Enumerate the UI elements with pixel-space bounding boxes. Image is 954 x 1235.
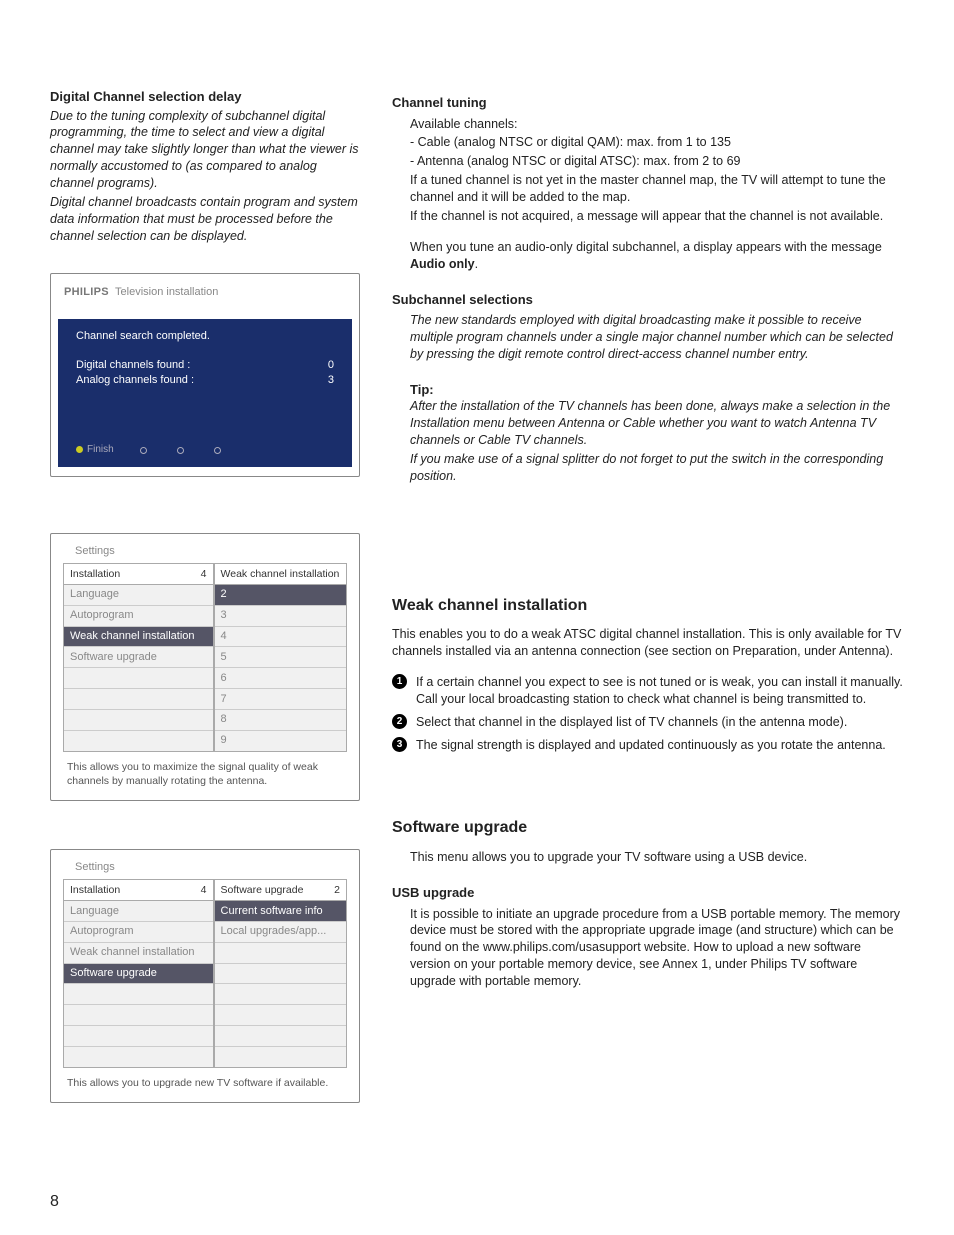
tv-brand-line: PHILIPS Television installation xyxy=(58,281,352,306)
digital-found-label: Digital channels found : xyxy=(76,358,276,373)
menu2-title: Settings xyxy=(63,860,347,879)
tip-p2: If you make use of a signal splitter do … xyxy=(410,451,904,485)
ct-lead: Available channels: xyxy=(410,116,904,133)
menu1-left-head: Installation4 xyxy=(63,564,214,585)
menu-item: Language xyxy=(64,585,213,606)
menu-item: Weak channel installation xyxy=(64,627,213,648)
tip-p1: After the installation of the TV channel… xyxy=(410,398,904,449)
menu-item: Current software info xyxy=(215,901,346,922)
ct-p2: If the channel is not acquired, a messag… xyxy=(410,208,904,225)
weak-channel-head: Weak channel installation xyxy=(392,595,904,617)
menu-item xyxy=(64,668,213,689)
step-badge-2: 2 xyxy=(392,714,407,729)
menu-item xyxy=(215,1026,346,1047)
nav-dot-icon xyxy=(214,447,221,454)
menu1-right-head: Weak channel installation xyxy=(214,564,347,585)
analog-found-value: 3 xyxy=(294,373,334,388)
subchannel-head: Subchannel selections xyxy=(392,291,904,309)
tv-install-diagram: PHILIPS Television installation Channel … xyxy=(50,273,360,477)
menu-item xyxy=(215,984,346,1005)
software-upgrade-head: Software upgrade xyxy=(392,817,904,839)
note-p1: Due to the tuning complexity of subchann… xyxy=(50,108,360,192)
menu-item: 5 xyxy=(215,647,346,668)
ct-b2: - Antenna (analog NTSC or digital ATSC):… xyxy=(410,153,904,170)
nav-dot-icon xyxy=(140,447,147,454)
note-title: Digital Channel selection delay xyxy=(50,88,360,106)
digital-found-value: 0 xyxy=(294,358,334,373)
tv-screen: Channel search completed. Digital channe… xyxy=(58,305,352,435)
weak-intro: This enables you to do a weak ATSC digit… xyxy=(392,626,904,660)
ct-b1: - Cable (analog NTSC or digital QAM): ma… xyxy=(410,134,904,151)
menu-item: Weak channel installation xyxy=(64,943,213,964)
tv-footer: Finish xyxy=(58,435,352,467)
note-p2: Digital channel broadcasts contain progr… xyxy=(50,194,360,245)
menu-item: Software upgrade xyxy=(64,964,213,985)
weak-step3: The signal strength is displayed and upd… xyxy=(416,738,886,752)
weak-step2: Select that channel in the displayed lis… xyxy=(416,715,847,729)
menu-item xyxy=(215,964,346,985)
settings-menu-weakchannel: Settings Installation4 LanguageAutoprogr… xyxy=(50,533,360,801)
menu-item: 9 xyxy=(215,731,346,751)
tv-msg: Channel search completed. xyxy=(76,329,334,344)
menu2-hint: This allows you to upgrade new TV softwa… xyxy=(63,1076,347,1090)
menu-item xyxy=(64,1005,213,1026)
menu-item xyxy=(64,1047,213,1067)
menu-item: 2 xyxy=(215,585,346,606)
settings-menu-softwareupgrade: Settings Installation4 LanguageAutoprogr… xyxy=(50,849,360,1103)
step-badge-3: 3 xyxy=(392,737,407,752)
menu-item xyxy=(64,710,213,731)
menu-item xyxy=(64,731,213,751)
tip-head: Tip: xyxy=(410,381,904,399)
ct-p3: When you tune an audio-only digital subc… xyxy=(410,239,904,273)
menu-item xyxy=(215,1005,346,1026)
page-number: 8 xyxy=(50,1191,59,1213)
menu2-right-head: Software upgrade2 xyxy=(214,880,347,901)
subchannel-p: The new standards employed with digital … xyxy=(410,312,904,363)
menu-item xyxy=(64,1026,213,1047)
menu-item xyxy=(215,1047,346,1067)
menu-item: 3 xyxy=(215,606,346,627)
weak-step1: If a certain channel you expect to see i… xyxy=(416,675,903,706)
nav-dot-icon xyxy=(177,447,184,454)
finish-dot-icon xyxy=(76,446,83,453)
menu-item: 7 xyxy=(215,689,346,710)
usb-p: It is possible to initiate an upgrade pr… xyxy=(410,906,904,990)
menu-item: 4 xyxy=(215,627,346,648)
finish-label: Finish xyxy=(87,444,114,455)
analog-found-label: Analog channels found : xyxy=(76,373,276,388)
menu1-hint: This allows you to maximize the signal q… xyxy=(63,760,347,788)
channel-tuning-head: Channel tuning xyxy=(392,94,904,112)
usb-upgrade-head: USB upgrade xyxy=(392,884,904,902)
menu2-left-head: Installation4 xyxy=(63,880,214,901)
sw-intro: This menu allows you to upgrade your TV … xyxy=(410,849,904,866)
menu1-title: Settings xyxy=(63,544,347,563)
menu-item: Language xyxy=(64,901,213,922)
channel-delay-note: Digital Channel selection delay Due to t… xyxy=(50,88,360,245)
menu-item: Software upgrade xyxy=(64,647,213,668)
menu-item: Autoprogram xyxy=(64,606,213,627)
menu-item: 8 xyxy=(215,710,346,731)
menu-item: 6 xyxy=(215,668,346,689)
menu-item: Autoprogram xyxy=(64,922,213,943)
menu-item: Local upgrades/app... xyxy=(215,922,346,943)
menu-item xyxy=(215,943,346,964)
ct-p1: If a tuned channel is not yet in the mas… xyxy=(410,172,904,206)
menu-item xyxy=(64,689,213,710)
menu-item xyxy=(64,984,213,1005)
step-badge-1: 1 xyxy=(392,674,407,689)
